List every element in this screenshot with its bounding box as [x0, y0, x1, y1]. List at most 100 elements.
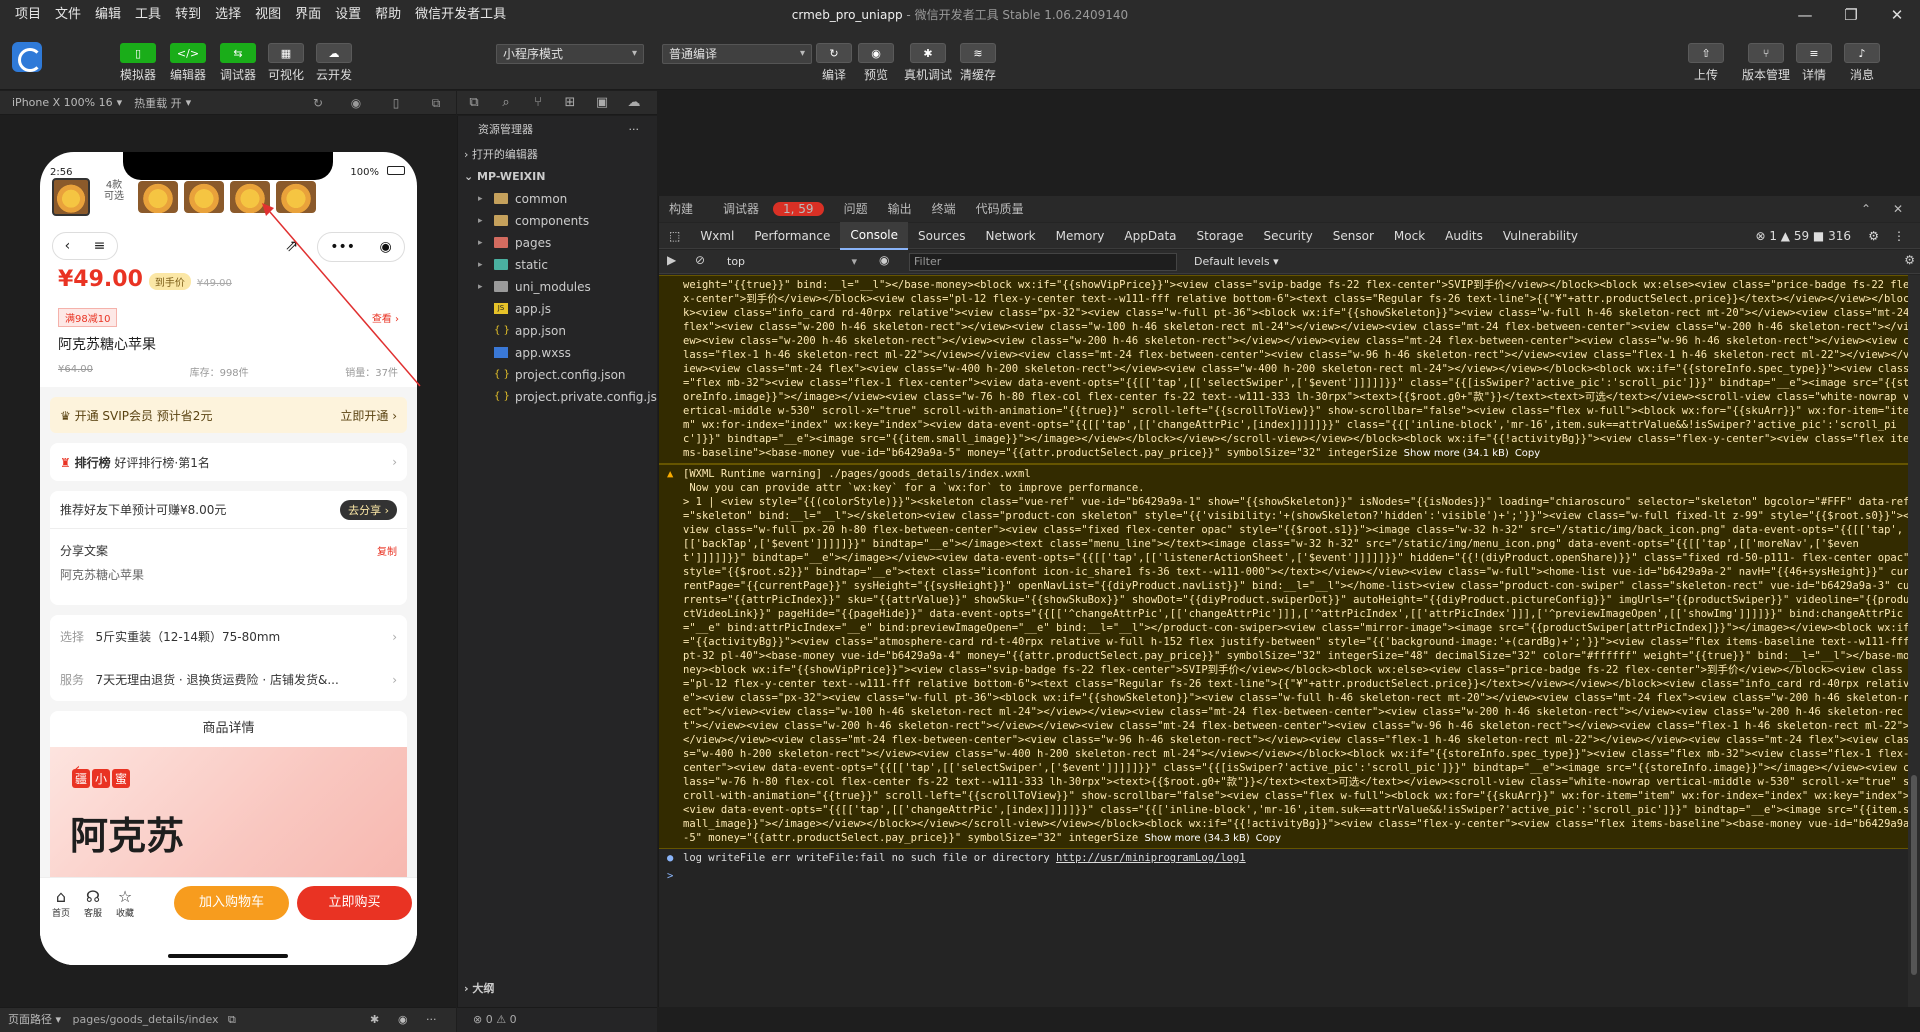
sku-thumb[interactable]	[52, 178, 90, 216]
device-select[interactable]: iPhone X 100% 16	[0, 96, 113, 109]
hotreload-toggle[interactable]: 热重载 开	[122, 95, 182, 111]
tab-console[interactable]: Console	[840, 221, 909, 250]
source-control-icon[interactable]: ⑂	[529, 94, 547, 112]
eye-icon[interactable]: ◉	[879, 253, 889, 267]
collapse-icon[interactable]: ⌃	[1851, 196, 1881, 222]
tab-build[interactable]: 构建	[659, 196, 703, 222]
share-button[interactable]: 去分享 ›	[340, 499, 397, 520]
tab-security[interactable]: Security	[1253, 223, 1322, 249]
log-link[interactable]: http://usr/miniprogramLog/log1	[1056, 852, 1246, 864]
tab-storage[interactable]: Storage	[1187, 223, 1254, 249]
tab-vulnerability[interactable]: Vulnerability	[1493, 223, 1588, 249]
tree-item[interactable]: ▸ static	[458, 254, 657, 276]
extensions-icon[interactable]: ⊞	[561, 94, 579, 112]
sku-swiper[interactable]	[52, 174, 316, 220]
tab-sources[interactable]: Sources	[908, 223, 975, 249]
upload-button[interactable]: ⇧ 上传	[1688, 43, 1724, 83]
tree-item[interactable]: ▸ common	[458, 188, 657, 210]
mode-select[interactable]: 小程序模式	[496, 44, 644, 64]
tree-item[interactable]: ▸ components	[458, 210, 657, 232]
service-row[interactable]: 服务 7天无理由退货 · 退换货运费险 · 店铺发货&... ›	[50, 658, 407, 701]
menu-help[interactable]: 帮助	[368, 0, 408, 30]
tab-appdata[interactable]: AppData	[1114, 223, 1186, 249]
maximize-icon[interactable]: ❐	[1828, 0, 1874, 30]
context-select[interactable]: top	[727, 253, 861, 271]
tab-sensor[interactable]: Sensor	[1323, 223, 1384, 249]
menu-project[interactable]: 项目	[8, 0, 48, 30]
cloud-icon[interactable]: ☁	[625, 94, 643, 112]
menu-goto[interactable]: 转到	[168, 0, 208, 30]
tab-audits[interactable]: Audits	[1435, 223, 1493, 249]
page-path-label[interactable]: 页面路径 ▾	[8, 1013, 61, 1026]
search-icon[interactable]: ⌕	[497, 94, 515, 112]
eye-icon[interactable]: ◉	[398, 1008, 408, 1032]
tab-favorite[interactable]: ☆ 收藏	[110, 888, 140, 920]
rank-card[interactable]: ♜ 排行榜 好评排行榜·第1名 ›	[50, 443, 407, 481]
sku-thumb[interactable]	[184, 181, 224, 213]
sidebar-toggle-icon[interactable]: ▶	[667, 253, 676, 267]
copy-link[interactable]: Copy	[1515, 448, 1540, 459]
root-folder[interactable]: ⌄ MP-WEIXIN	[458, 166, 657, 188]
tree-item[interactable]: ▸ uni_modules	[458, 276, 657, 298]
issue-counts[interactable]: ⊗ 1 ▲ 59 ■ 316	[1745, 223, 1861, 249]
menu-edit[interactable]: 编辑	[88, 0, 128, 30]
copy-icon[interactable]: ⧉	[228, 1013, 236, 1026]
select-row[interactable]: 选择 5斤实重装（12-14颗）75-80mm ›	[50, 615, 407, 658]
close-circle-icon[interactable]: ◉	[380, 239, 392, 255]
rotate-icon[interactable]: ↻	[310, 95, 326, 111]
messages-button[interactable]: ♪ 消息	[1844, 43, 1880, 83]
record-icon[interactable]: ◉	[348, 95, 364, 111]
editor-button[interactable]: </> 编辑器	[170, 43, 206, 83]
tab-service[interactable]: ☊ 客服	[78, 888, 108, 920]
simulator-button[interactable]: ▯ 模拟器	[120, 43, 156, 83]
more-dots-icon[interactable]: •••	[330, 239, 355, 255]
compile-select[interactable]: 普通编译	[662, 44, 812, 64]
debug-panel-icon[interactable]: ▣	[593, 94, 611, 112]
more-vert-icon[interactable]: ⋮	[1883, 223, 1915, 249]
show-more-link[interactable]: Show more (34.3 kB)	[1144, 833, 1249, 844]
details-button[interactable]: ≡ 详情	[1796, 43, 1832, 83]
copy-action[interactable]: 复制	[377, 543, 397, 558]
tab-code-quality[interactable]: 代码质量	[966, 196, 1034, 222]
more-icon[interactable]: ···	[426, 1008, 437, 1032]
tab-problems[interactable]: 问题	[834, 196, 878, 222]
clear-console-icon[interactable]: ⊘	[695, 253, 705, 267]
bug-icon[interactable]: ✱	[370, 1008, 379, 1032]
buy-now-button[interactable]: 立即购买	[297, 886, 412, 920]
tree-item[interactable]: app.wxss	[458, 342, 657, 364]
tree-item[interactable]: { } project.private.config.js...	[458, 386, 657, 408]
close-panel-icon[interactable]: ✕	[1883, 196, 1913, 222]
console-prompt[interactable]: >	[659, 867, 1920, 885]
menu-view[interactable]: 视图	[248, 0, 288, 30]
remote-debug-button[interactable]: ✱ 真机调试	[904, 43, 952, 83]
problems-status[interactable]: ⊗ 0 ⚠ 0	[457, 1007, 657, 1032]
menu-interface[interactable]: 界面	[288, 0, 328, 30]
tab-output[interactable]: 输出	[878, 196, 922, 222]
console-scrollbar[interactable]	[1908, 275, 1920, 1007]
svip-action[interactable]: 立即开通 ›	[340, 407, 397, 424]
tab-wxml[interactable]: Wxml	[690, 223, 744, 249]
tab-home[interactable]: ⌂ 首页	[46, 888, 76, 920]
inspect-icon[interactable]: ⬚	[659, 223, 690, 249]
coupon-more-link[interactable]: 查看 ›	[372, 310, 399, 325]
back-icon[interactable]: ‹	[65, 238, 71, 254]
tree-item[interactable]: { } project.config.json	[458, 364, 657, 386]
compile-button[interactable]: ↻ 编译	[816, 43, 852, 83]
minimize-icon[interactable]: —	[1782, 0, 1828, 30]
menu-select[interactable]: 选择	[208, 0, 248, 30]
avatar[interactable]	[12, 42, 42, 72]
tree-item[interactable]: ▸ pages	[458, 232, 657, 254]
tab-debugger[interactable]: 调试器 1, 59	[703, 196, 834, 222]
files-icon[interactable]: ⧉	[465, 94, 483, 112]
menu-tools[interactable]: 工具	[128, 0, 168, 30]
sku-thumb[interactable]	[138, 181, 178, 213]
copy-link[interactable]: Copy	[1256, 833, 1281, 844]
tree-item[interactable]: JS app.js	[458, 298, 657, 320]
sku-thumb[interactable]	[276, 181, 316, 213]
coupon-badge[interactable]: 满98减10	[58, 308, 118, 327]
debugger-button[interactable]: ⇆ 调试器	[220, 43, 256, 83]
outline-section[interactable]: › 大纲	[458, 978, 658, 1000]
cloud-button[interactable]: ☁ 云开发	[316, 43, 352, 83]
version-button[interactable]: ⑂ 版本管理	[1742, 43, 1790, 83]
tab-memory[interactable]: Memory	[1046, 223, 1115, 249]
